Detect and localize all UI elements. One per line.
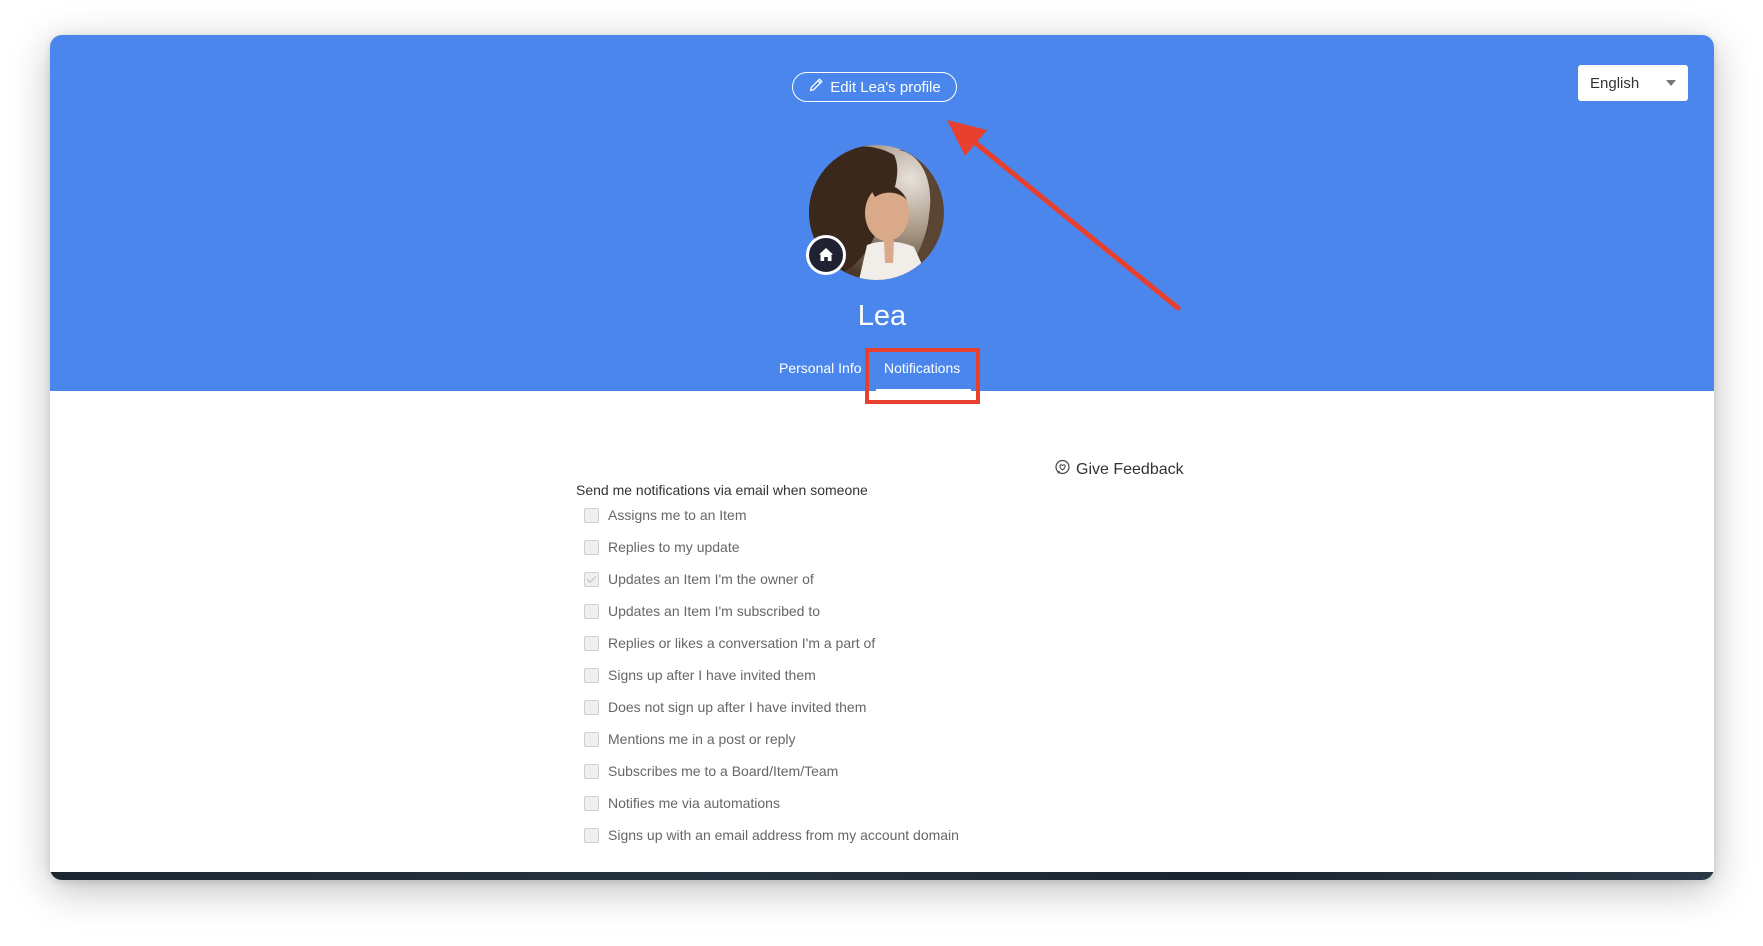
list-item: Signs up with an email address from my a…: [584, 827, 959, 843]
checkbox[interactable]: [584, 539, 599, 555]
feedback-icon: [1054, 459, 1071, 481]
language-select[interactable]: English: [1578, 65, 1688, 101]
checkbox[interactable]: [584, 731, 599, 747]
checkbox[interactable]: [584, 635, 599, 651]
checkbox[interactable]: [584, 763, 599, 779]
give-feedback-label: Give Feedback: [1076, 461, 1184, 478]
list-item: Mentions me in a post or reply: [584, 731, 796, 747]
checkbox[interactable]: [584, 667, 599, 683]
user-name: Lea: [857, 300, 907, 332]
option-label: Signs up after I have invited them: [608, 667, 816, 683]
option-label: Updates an Item I'm subscribed to: [608, 603, 820, 619]
annotation-arrow-icon: [947, 120, 1181, 311]
checkbox[interactable]: [584, 795, 599, 811]
edit-profile-label: Edit Lea's profile: [830, 78, 941, 96]
option-label: Updates an Item I'm the owner of: [608, 571, 814, 587]
list-item: Updates an Item I'm the owner of: [584, 571, 814, 587]
option-label: Mentions me in a post or reply: [608, 731, 796, 747]
option-label: Subscribes me to a Board/Item/Team: [608, 763, 839, 779]
notifications-heading: Send me notifications via email when som…: [576, 482, 868, 498]
option-label: Signs up with an email address from my a…: [608, 827, 959, 843]
option-label: Assigns me to an Item: [608, 507, 747, 523]
checkbox[interactable]: [584, 507, 599, 523]
option-label: Notifies me via automations: [608, 795, 780, 811]
list-item: Replies to my update: [584, 539, 740, 555]
list-item: Replies or likes a conversation I'm a pa…: [584, 635, 875, 651]
option-label: Replies or likes a conversation I'm a pa…: [608, 635, 876, 651]
language-value: English: [1590, 74, 1640, 92]
app-window: Edit Lea's profile English Lea Personal …: [50, 35, 1714, 880]
checkbox[interactable]: [584, 827, 599, 843]
option-label: Does not sign up after I have invited th…: [608, 699, 867, 715]
tab-personal-info[interactable]: Personal Info: [779, 360, 862, 376]
list-item: Does not sign up after I have invited th…: [584, 699, 866, 715]
checkbox[interactable]: [584, 571, 599, 587]
content-fade: [50, 861, 1714, 872]
give-feedback-link[interactable]: Give Feedback: [1054, 459, 1184, 481]
checkbox[interactable]: [584, 699, 599, 715]
bottom-strip: [50, 872, 1714, 880]
list-item: Signs up after I have invited them: [584, 667, 816, 683]
profile-header: Edit Lea's profile English Lea Personal …: [50, 35, 1714, 391]
annotation-highlight-box: [865, 348, 980, 404]
edit-profile-button[interactable]: Edit Lea's profile: [792, 72, 957, 102]
pencil-icon: [808, 77, 824, 97]
chevron-down-icon: [1666, 80, 1676, 86]
option-label: Replies to my update: [608, 539, 740, 555]
list-item: Assigns me to an Item: [584, 507, 747, 523]
list-item: Updates an Item I'm subscribed to: [584, 603, 820, 619]
list-item: Notifies me via automations: [584, 795, 780, 811]
home-icon: [806, 235, 846, 275]
list-item: Subscribes me to a Board/Item/Team: [584, 763, 838, 779]
checkbox[interactable]: [584, 603, 599, 619]
